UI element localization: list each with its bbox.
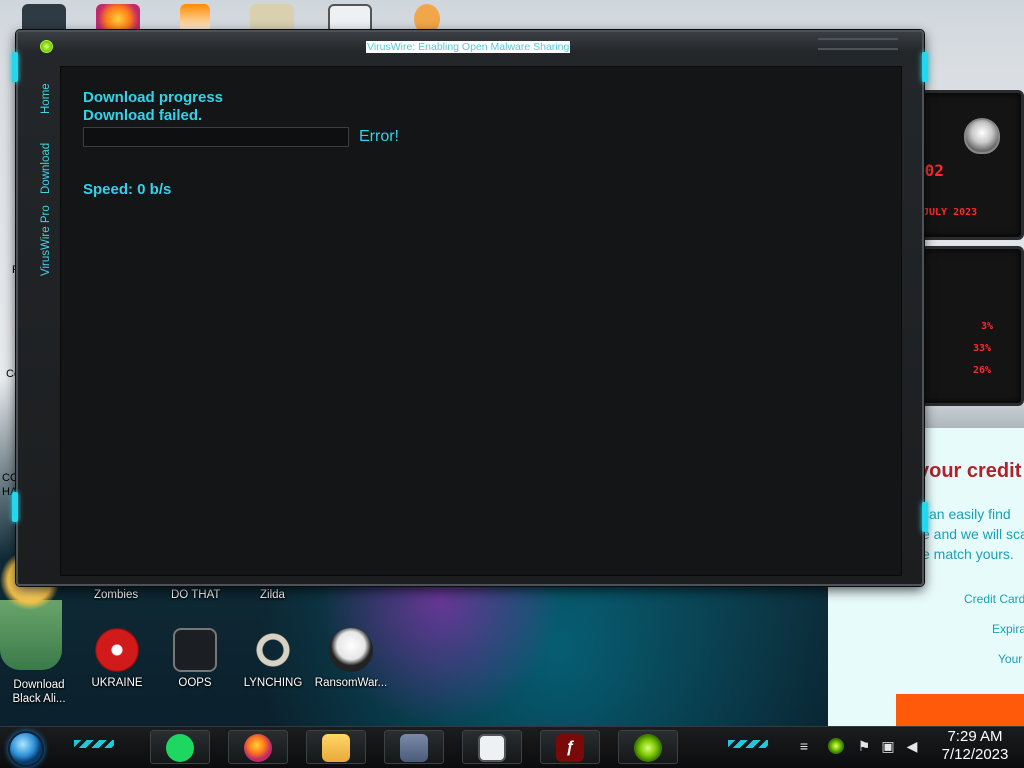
download-progress-heading: Download progress — [83, 89, 224, 106]
taskbar-accent-right — [728, 740, 768, 748]
frame-accent-right-top — [922, 52, 928, 82]
widget-date: JULY 2023 — [923, 207, 978, 218]
taskbar-flash[interactable]: ƒ — [540, 730, 600, 764]
desktop-icon-label: OOPS — [178, 677, 212, 689]
frame-accent-right-bottom — [922, 502, 928, 532]
tray-viruswire-icon[interactable] — [828, 738, 844, 754]
clock-time: 7:29 AM — [947, 728, 1003, 745]
desktop-icon-label: RansomWar... — [314, 677, 388, 689]
network-icon[interactable]: ▣ — [880, 738, 896, 754]
spotify-icon — [166, 734, 194, 762]
taskbar-viruswire[interactable] — [618, 730, 678, 764]
taskbar-file-explorer[interactable] — [306, 730, 366, 764]
credit-body-line: e and we will sca — [922, 526, 1024, 542]
title-bar[interactable]: VirusWire: Enabling Open Malware Sharing — [18, 32, 922, 62]
credit-body-line: e match yours. — [922, 546, 1014, 562]
credit-webpage: your credit can easily find e and we wil… — [916, 428, 1024, 726]
desktop-icon-lynching[interactable]: LYNCHING — [236, 628, 310, 690]
desktop-icon-ransomware[interactable]: RansomWar... — [314, 628, 388, 690]
system-stats-widget: 3% 33% 26% — [912, 246, 1024, 406]
radiation-icon — [95, 628, 139, 672]
viruswire-app-icon — [634, 734, 662, 762]
alien-logo-icon — [964, 118, 1000, 154]
window-title: VirusWire: Enabling Open Malware Sharing — [366, 41, 571, 53]
credit-page-heading: your credit — [918, 460, 1022, 482]
download-error-label: Error! — [359, 128, 399, 145]
tab-home[interactable]: Home — [40, 83, 52, 114]
your-field-label: Your — [998, 652, 1023, 666]
desktop-icon-do-that-label[interactable]: DO THAT — [171, 589, 220, 601]
skull-icon — [329, 628, 373, 672]
tray-overflow-icon[interactable]: ≡ — [796, 738, 812, 754]
credit-page-body: can easily find e and we will sca e matc… — [922, 504, 1024, 564]
desktop-icon-label: Download Black Ali... — [12, 679, 66, 705]
desktop-icon-download-black-alien[interactable]: Download Black Ali... — [2, 678, 76, 706]
grid-app-icon — [478, 734, 506, 762]
download-status-text: Download failed. — [83, 107, 203, 124]
start-button[interactable] — [8, 731, 44, 767]
download-panel: Download progress Download failed. Error… — [60, 66, 902, 576]
expiration-field-label: Expira — [992, 622, 1024, 636]
credit-card-field-label: Credit Card — [964, 592, 1024, 606]
frame-accent-left-mid — [12, 492, 18, 522]
noose-icon — [251, 628, 295, 672]
desktop-icon-zilda-label[interactable]: Zilda — [260, 589, 285, 601]
taskbar-spotify[interactable] — [150, 730, 210, 764]
firefox-icon — [244, 734, 272, 762]
credit-body-line: can easily find — [922, 506, 1011, 522]
taskbar-app-4[interactable] — [384, 730, 444, 764]
taskbar-firefox[interactable] — [228, 730, 288, 764]
clock-widget: :02 JULY 2023 — [912, 90, 1024, 240]
volume-icon[interactable]: ◀ — [904, 738, 920, 754]
credit-page-submit-bar[interactable] — [896, 694, 1024, 726]
monitor-icon — [173, 628, 217, 672]
download-speed-text: Speed: 0 b/s — [83, 181, 172, 198]
widget-stat-3: 26% — [973, 365, 992, 376]
taskbar-accent-left — [74, 740, 114, 748]
viruswire-window: VirusWire: Enabling Open Malware Sharing… — [12, 30, 928, 586]
taskbar-clock[interactable]: 7:29 AM 7/12/2023 — [930, 728, 1020, 764]
desktop-icon-zombies-label[interactable]: Zombies — [94, 589, 138, 601]
app-icon — [40, 40, 53, 53]
flag-icon[interactable]: ⚑ — [856, 738, 872, 754]
card-window-icon — [400, 734, 428, 762]
desktop-icon-ukraine[interactable]: UKRAINE — [80, 628, 154, 690]
widget-stat-1: 3% — [981, 321, 994, 332]
desktop-icon-label: LYNCHING — [243, 677, 303, 689]
download-progress-bar — [83, 127, 349, 147]
title-bar-grip — [818, 38, 898, 50]
clock-date: 7/12/2023 — [941, 746, 1009, 763]
tab-download[interactable]: Download — [40, 143, 52, 194]
widget-stat-2: 33% — [973, 343, 992, 354]
desktop-icon-label: UKRAINE — [91, 677, 143, 689]
folder-icon — [322, 734, 350, 762]
tab-viruswire-pro[interactable]: VirusWire Pro — [40, 205, 52, 276]
desktop-icon-oops[interactable]: OOPS — [158, 628, 232, 690]
flash-icon: ƒ — [556, 734, 584, 762]
vertical-nav: Home Download VirusWire Pro — [40, 66, 62, 276]
taskbar-app-5[interactable] — [462, 730, 522, 764]
